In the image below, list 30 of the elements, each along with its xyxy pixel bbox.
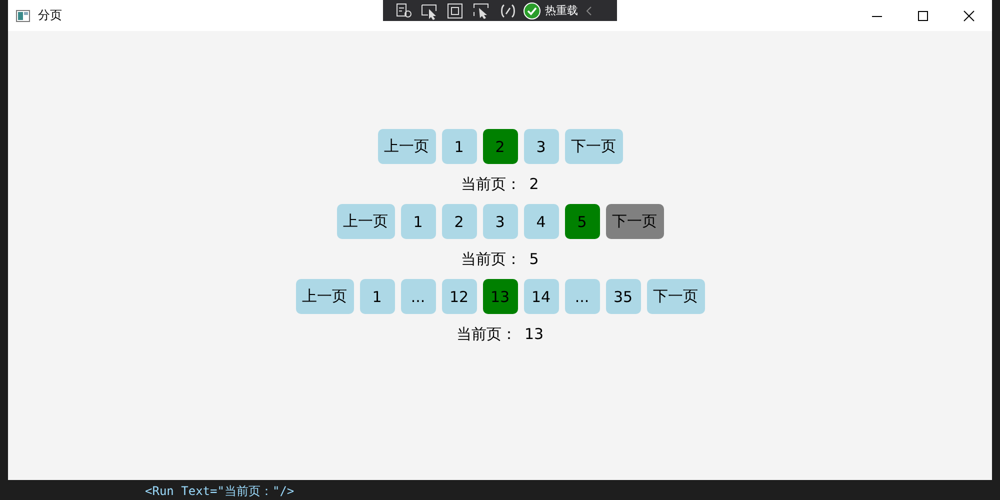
next-page-button[interactable]: 下一页 (646, 279, 704, 314)
page-button[interactable]: 4 (524, 204, 558, 239)
page-button[interactable]: 13 (482, 279, 518, 314)
previous-page-button[interactable]: 上一页 (378, 129, 436, 164)
page-button[interactable]: 35 (606, 279, 640, 314)
next-page-button[interactable]: 下一页 (564, 129, 622, 164)
page-button[interactable]: 14 (524, 279, 558, 314)
window-icon (16, 10, 30, 22)
page-button[interactable]: 3 (524, 129, 558, 164)
current-page-number: 5 (529, 250, 539, 268)
ellipsis-button[interactable]: ... (564, 279, 600, 314)
page-button[interactable]: 1 (400, 204, 436, 239)
ellipsis-button[interactable]: ... (400, 279, 436, 314)
page-button[interactable]: 2 (482, 129, 518, 164)
previous-page-button[interactable]: 上一页 (336, 204, 394, 239)
page-button[interactable]: 12 (442, 279, 476, 314)
page-button[interactable]: 1 (360, 279, 394, 314)
page-button[interactable]: 5 (564, 204, 600, 239)
current-page-label: 当前页： (456, 324, 516, 344)
hot-reload-label[interactable]: 热重载 (545, 3, 578, 18)
code-line: <Run Text="当前页："/> (145, 484, 294, 498)
page-button[interactable]: 1 (442, 129, 476, 164)
current-page-number: 13 (524, 325, 544, 343)
window-title: 分页 (38, 7, 62, 24)
current-page-label: 当前页： (461, 174, 522, 194)
current-page-label: 当前页： (461, 250, 522, 268)
page-button[interactable]: 2 (442, 204, 476, 239)
current-page-number: 2 (529, 175, 539, 193)
previous-page-button[interactable]: 上一页 (296, 279, 354, 314)
page-button[interactable]: 3 (482, 204, 518, 239)
